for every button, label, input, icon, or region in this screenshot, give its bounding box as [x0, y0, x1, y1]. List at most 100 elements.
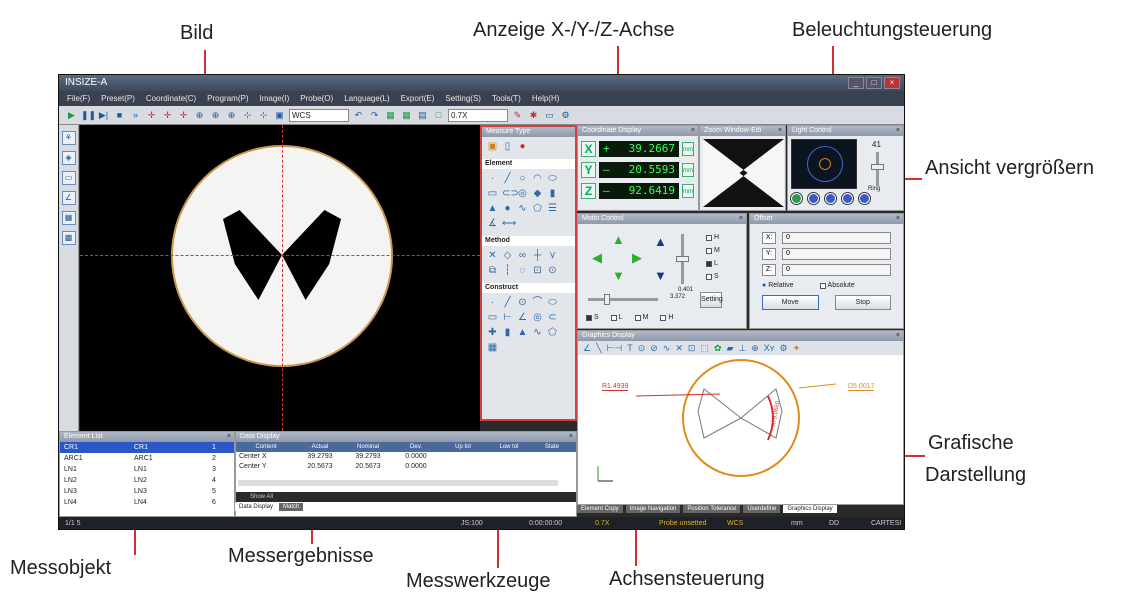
stop-button[interactable]: Stop: [834, 295, 891, 310]
circle-icon[interactable]: ○: [517, 173, 528, 184]
image-icon[interactable]: ▦: [384, 109, 397, 122]
light-slider-thumb[interactable]: [871, 164, 884, 170]
g-settings-icon[interactable]: ⚙: [779, 343, 787, 354]
g-palette-icon[interactable]: ✦: [793, 343, 801, 354]
table-row[interactable]: Center X 39.2793 39.2793 0.0000: [236, 452, 576, 462]
rectangle-element-icon[interactable]: ▭: [487, 188, 498, 199]
grid-view-icon[interactable]: ▩: [61, 231, 76, 245]
save-icon[interactable]: ▣: [273, 109, 286, 122]
table-row[interactable]: Center Y 20.5673 20.5673 0.0000: [236, 462, 576, 472]
light-contour-button[interactable]: [825, 193, 836, 204]
angle-icon[interactable]: ∠: [61, 191, 76, 205]
show-all-label[interactable]: Show All: [250, 494, 273, 500]
box-select-icon[interactable]: ⊡: [532, 265, 543, 276]
construct-arc-icon[interactable]: ⌒: [532, 297, 543, 308]
list-item[interactable]: LN1 LN1 3: [60, 464, 234, 475]
capture-icon[interactable]: ▦: [400, 109, 413, 122]
light-ring-button[interactable]: [791, 193, 802, 204]
step-check-h[interactable]: H: [660, 314, 673, 321]
col-content[interactable]: Content: [236, 442, 296, 452]
matrix-icon[interactable]: ▦: [61, 211, 76, 225]
tab-position-tolerance[interactable]: Position Tolerance: [683, 505, 741, 513]
z-slider-thumb[interactable]: [676, 256, 689, 262]
g-cross-icon[interactable]: ✕: [675, 343, 683, 354]
tab-match[interactable]: Match: [279, 503, 304, 511]
zoom-select[interactable]: 0.7X: [448, 108, 508, 122]
g-angle-icon[interactable]: ∠: [583, 343, 591, 354]
coord-create-icon[interactable]: ✛: [145, 109, 158, 122]
divider-icon[interactable]: ┆: [502, 265, 513, 276]
plane-icon[interactable]: ☰: [547, 203, 558, 214]
coord-system-select[interactable]: WCS: [289, 108, 349, 122]
construct-line-icon[interactable]: ╱: [502, 297, 513, 308]
tab-graphics-display[interactable]: Graphics Display: [783, 505, 837, 513]
laser-icon[interactable]: ✱: [527, 109, 540, 122]
construct-matrix-icon[interactable]: ▦: [487, 342, 498, 353]
jog-up-icon[interactable]: ▲: [612, 232, 625, 247]
z-down-icon[interactable]: ▼: [654, 268, 667, 283]
absolute-radio[interactable]: Absolute: [819, 282, 855, 289]
tab-image-navigation[interactable]: Image Navigation: [625, 505, 681, 513]
close-icon[interactable]: ×: [778, 126, 782, 136]
g-select-icon[interactable]: ⬚: [700, 343, 709, 354]
brush-icon[interactable]: ✎: [511, 109, 524, 122]
construct-point-icon[interactable]: ·: [487, 297, 498, 308]
col-actual[interactable]: Actual: [296, 442, 344, 452]
construct-angle-icon[interactable]: ∠: [517, 312, 528, 323]
close-icon[interactable]: ×: [896, 126, 900, 136]
tab-userdefine[interactable]: Userdefine: [743, 505, 781, 513]
menu-help[interactable]: Help(H): [532, 91, 560, 106]
bisect-icon[interactable]: ⋎: [547, 250, 558, 261]
coord-align-icon[interactable]: ⊕: [193, 109, 206, 122]
g-line-icon[interactable]: ╲: [596, 343, 601, 354]
speed-check-s[interactable]: S: [706, 273, 720, 280]
g-measure-icon[interactable]: ⊥: [738, 343, 746, 354]
rectangle-icon[interactable]: ▭: [61, 171, 76, 185]
close-icon[interactable]: ×: [691, 126, 695, 136]
axis-label-z[interactable]: Z: [581, 183, 596, 199]
offset-input-z[interactable]: 0: [782, 264, 891, 276]
ring-icon[interactable]: ◎: [517, 188, 528, 199]
speed-check-l[interactable]: L: [706, 260, 720, 267]
tab-data-display[interactable]: Data Display: [235, 503, 278, 511]
light-off-button[interactable]: [859, 193, 870, 204]
close-icon[interactable]: ×: [896, 214, 900, 224]
slot-icon[interactable]: ⊂⊃: [502, 188, 519, 199]
close-icon[interactable]: ×: [739, 214, 743, 224]
list-item[interactable]: LN4 LN4 6: [60, 497, 234, 508]
g-fill-icon[interactable]: ▰: [726, 343, 733, 354]
axis-unit-x[interactable]: mm: [682, 142, 694, 156]
relative-radio[interactable]: ● Relative: [762, 282, 794, 289]
col-nominal[interactable]: Nominal: [344, 442, 392, 452]
g-color-icon[interactable]: ✿: [714, 343, 722, 354]
frame-icon[interactable]: □: [432, 109, 445, 122]
list-item[interactable]: ARC1 ARC1 2: [60, 453, 234, 464]
menu-setting[interactable]: Setting(S): [445, 91, 481, 106]
light-slider[interactable]: [871, 152, 884, 186]
coord-plane-icon[interactable]: ⊹: [241, 109, 254, 122]
axis-unit-z[interactable]: mm: [682, 184, 694, 198]
speed-check-m[interactable]: M: [706, 247, 720, 254]
probe-icon[interactable]: ◈: [61, 151, 76, 165]
step-slider[interactable]: [588, 294, 658, 305]
settings-icon[interactable]: ⚙: [559, 109, 572, 122]
maximize-button[interactable]: □: [866, 77, 882, 89]
link-icon[interactable]: ∞: [517, 250, 528, 261]
coord-origin-icon[interactable]: ⊕: [209, 109, 222, 122]
distance-icon[interactable]: ⟷: [502, 218, 516, 229]
tree-icon[interactable]: ⚘: [61, 131, 76, 145]
angle-element-icon[interactable]: ∡: [487, 218, 498, 229]
menu-image[interactable]: Image(I): [260, 91, 290, 106]
ellipse-icon[interactable]: ⬭: [547, 173, 558, 184]
g-text-icon[interactable]: T: [627, 343, 633, 353]
list-item[interactable]: LN2 LN2 4: [60, 475, 234, 486]
cone-icon[interactable]: ▲: [487, 203, 498, 214]
step-slider-thumb[interactable]: [604, 294, 610, 305]
step-check-l[interactable]: L: [610, 314, 623, 321]
construct-cylinder-icon[interactable]: ▮: [502, 327, 513, 338]
step-icon[interactable]: ▶|: [97, 109, 110, 122]
g-curve-icon[interactable]: ∿: [663, 343, 671, 354]
speed-check-h[interactable]: H: [706, 234, 720, 241]
edge-icon[interactable]: ◇: [502, 250, 513, 261]
zoom-image[interactable]: [703, 139, 784, 207]
